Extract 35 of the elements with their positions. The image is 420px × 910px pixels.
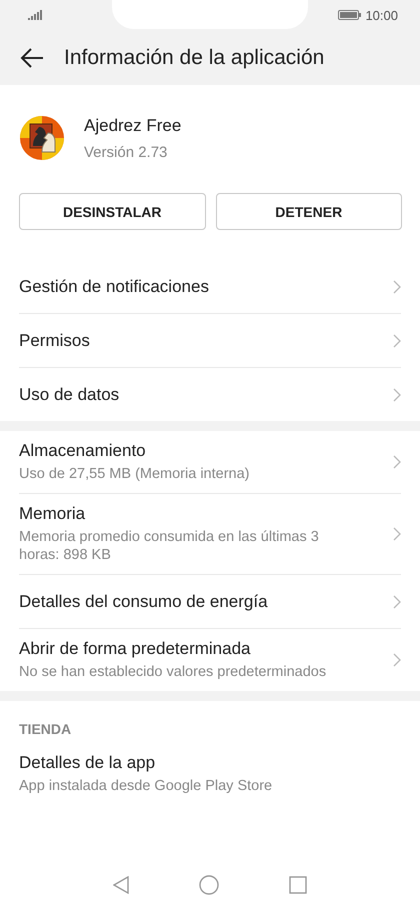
row-title: Detalles de la app — [19, 753, 156, 773]
back-arrow-icon — [20, 48, 44, 68]
row-title: Memoria — [19, 504, 86, 524]
back-button[interactable] — [20, 48, 44, 68]
settings-row[interactable]: Almacenamiento Uso de 27,55 MB (Memoria interna) — [19, 431, 401, 494]
row-title: Almacenamiento — [19, 441, 147, 461]
section-header: TIENDA — [19, 720, 72, 739]
action-button[interactable]: DESINSTALAR — [19, 193, 206, 230]
settings-row[interactable]: Abrir de forma predeterminada No se han establecido valores predeterminados — [19, 629, 401, 691]
settings-row[interactable]: Detalles del consumo de energía — [19, 575, 401, 629]
battery-icon — [338, 10, 362, 20]
row-subtitle: Uso de 27,55 MB (Memoria interna) — [19, 465, 250, 483]
signal-icon — [28, 10, 42, 20]
row-subtitle: No se han establecido valores predeterminados — [19, 663, 328, 681]
row-title: Gestión de notificaciones — [19, 276, 210, 296]
settings-row[interactable]: Gestión de notificaciones — [19, 260, 401, 314]
settings-row[interactable]: Memoria Memoria promedio consumida en las últimas 3 horas: 898 KB — [19, 494, 401, 575]
app-name: Ajedrez Free — [84, 116, 182, 136]
action-button[interactable]: DETENER — [216, 193, 402, 230]
settings-row[interactable]: Detalles de la app App instalada desde Google Play Store — [19, 743, 401, 805]
row-title: Uso de datos — [19, 384, 120, 404]
settings-row[interactable]: Permisos — [19, 314, 401, 368]
settings-row[interactable]: Uso de datos — [19, 368, 401, 421]
row-title: Detalles del consumo de energía — [19, 592, 269, 612]
row-title: Abrir de forma predeterminada — [19, 639, 252, 659]
clock-time: 10:00 — [365, 8, 398, 22]
row-subtitle: App instalada desde Google Play Store — [19, 777, 274, 795]
app-icon — [20, 116, 64, 160]
screen-title: Información de la aplicación — [64, 46, 324, 70]
home-nav-icon[interactable] — [199, 875, 219, 895]
app-version: Versión 2.73 — [84, 144, 168, 160]
row-subtitle: Memoria promedio consumida en las últimas 3 horas: 898 KB — [19, 528, 320, 564]
back-nav-icon[interactable] — [113, 876, 129, 894]
row-title: Permisos — [19, 330, 91, 350]
recents-nav-icon[interactable] — [289, 876, 307, 894]
